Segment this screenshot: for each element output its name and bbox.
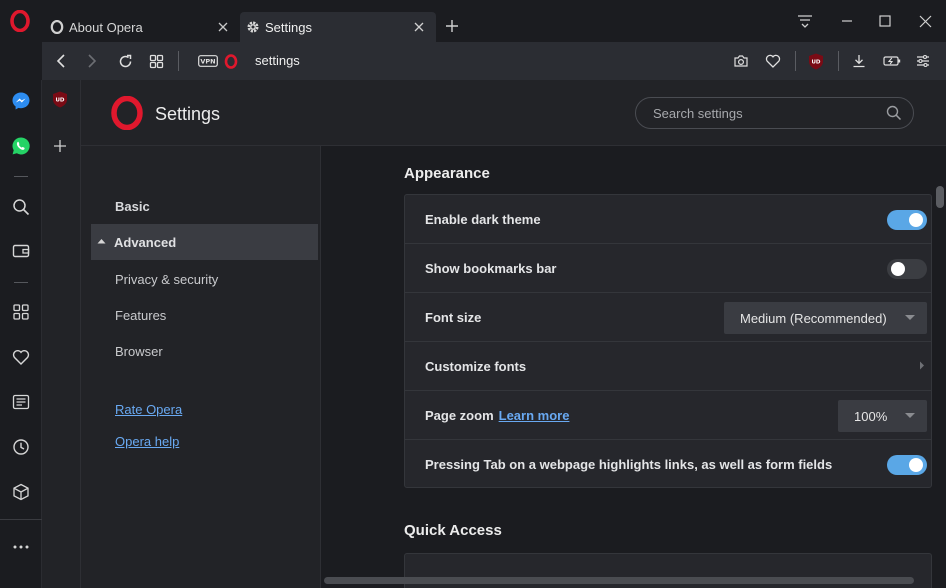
more-dots-icon[interactable] (7, 533, 35, 561)
news-icon[interactable] (7, 388, 35, 416)
download-icon[interactable] (847, 50, 871, 72)
rate-opera-link[interactable]: Rate Opera (115, 402, 182, 417)
gear-icon (246, 20, 260, 34)
ublock-icon[interactable]: UD (52, 91, 68, 108)
new-tab-button[interactable] (440, 14, 464, 38)
nav-item-browser[interactable]: Browser (115, 344, 163, 359)
opera-help-link[interactable]: Opera help (115, 434, 179, 449)
tab-settings[interactable]: Settings (240, 12, 436, 42)
setting-label: Show bookmarks bar (425, 261, 557, 276)
search-icon[interactable] (7, 193, 35, 221)
search-icon (885, 104, 903, 122)
history-icon[interactable] (7, 433, 35, 461)
nav-item-privacy[interactable]: Privacy & security (115, 272, 218, 287)
sidebar-divider (0, 519, 42, 520)
ublock-icon[interactable]: UD (804, 50, 828, 72)
close-tab-icon[interactable] (212, 16, 234, 38)
easy-setup-icon[interactable] (911, 50, 935, 72)
setting-label: Page zoom Learn more (425, 408, 569, 423)
setting-row-bookmarks-bar: Show bookmarks bar (405, 244, 931, 293)
ublock-label: UD (811, 59, 820, 65)
toggle-knob (891, 262, 905, 276)
tab-menu-icon[interactable] (790, 8, 820, 34)
font-size-select[interactable]: Medium (Recommended) (724, 302, 927, 334)
minimize-button[interactable] (832, 8, 862, 34)
opera-menu-icon[interactable] (10, 10, 30, 32)
camera-icon[interactable] (729, 50, 753, 72)
setting-row-dark-theme: Enable dark theme (405, 195, 931, 244)
bookmarks-heart-icon[interactable] (7, 343, 35, 371)
setting-row-page-zoom: Page zoom Learn more 100% (405, 391, 931, 440)
horizontal-scrollbar-thumb[interactable] (324, 577, 914, 584)
vertical-scrollbar[interactable] (934, 146, 946, 588)
back-button[interactable] (49, 50, 73, 72)
select-value: Medium (Recommended) (740, 310, 887, 326)
extensions-cube-icon[interactable] (7, 478, 35, 506)
nav-item-advanced-label: Advanced (114, 235, 177, 250)
opera-site-icon (219, 50, 243, 72)
vpn-badge[interactable]: VPN (195, 50, 221, 72)
wallet-icon[interactable] (7, 237, 35, 265)
opera-logo (110, 96, 144, 130)
setting-row-tab-highlight: Pressing Tab on a webpage highlights lin… (405, 440, 931, 489)
opera-icon (50, 20, 64, 34)
page-title: Settings (155, 104, 221, 124)
reload-button[interactable] (113, 50, 137, 72)
tab-about-opera[interactable]: About Opera (44, 12, 240, 42)
setting-label: Pressing Tab on a webpage highlights lin… (425, 457, 833, 472)
nav-item-features[interactable]: Features (115, 308, 166, 323)
forward-button[interactable] (80, 50, 104, 72)
dropdown-caret-icon (905, 413, 915, 418)
setting-label: Customize fonts (425, 359, 527, 374)
nav-item-basic[interactable]: Basic (115, 199, 150, 214)
section-title-quick-access: Quick Access (404, 522, 502, 539)
toolbar-divider (838, 51, 839, 71)
tab-label: Settings (265, 19, 312, 35)
setting-label: Enable dark theme (425, 212, 541, 227)
setting-label: Font size (425, 310, 482, 325)
toggle-knob (909, 213, 923, 227)
setting-row-customize-fonts[interactable]: Customize fonts (405, 342, 931, 391)
vpn-badge-text: VPN (200, 58, 215, 66)
dropdown-caret-icon (905, 315, 915, 320)
learn-more-link[interactable]: Learn more (499, 408, 570, 423)
url-field[interactable]: settings (255, 53, 300, 68)
dark-theme-toggle[interactable] (887, 210, 927, 230)
chevron-right-icon (919, 361, 925, 370)
close-tab-icon[interactable] (408, 16, 430, 38)
tab-highlight-toggle[interactable] (887, 455, 927, 475)
speed-dial-icon[interactable] (7, 298, 35, 326)
vertical-scrollbar-thumb[interactable] (936, 186, 944, 208)
extension-strip (42, 80, 81, 588)
ublock-label: UD (55, 98, 64, 104)
messenger-icon[interactable] (7, 87, 35, 115)
page-zoom-select[interactable]: 100% (838, 400, 927, 432)
select-value: 100% (854, 408, 888, 424)
setting-row-font-size: Font size Medium (Recommended) (405, 293, 931, 342)
tab-label: About Opera (69, 19, 143, 35)
section-title-appearance: Appearance (404, 165, 490, 182)
bookmarks-bar-toggle[interactable] (887, 259, 927, 279)
close-window-button[interactable] (910, 8, 940, 34)
toolbar-divider (178, 51, 179, 71)
sidebar-divider (14, 176, 28, 177)
toolbar-divider (795, 51, 796, 71)
toggle-knob (909, 458, 923, 472)
search-settings-input[interactable]: Search settings (635, 97, 914, 129)
whatsapp-icon[interactable] (7, 132, 35, 160)
search-placeholder: Search settings (653, 105, 743, 121)
tab-snapshot-grid-icon[interactable] (144, 50, 168, 72)
add-extension-icon[interactable] (53, 139, 67, 153)
battery-saver-icon[interactable] (880, 50, 904, 72)
sidebar-divider (14, 282, 28, 283)
heart-icon[interactable] (761, 50, 785, 72)
caret-up-icon (97, 238, 106, 244)
maximize-button[interactable] (870, 8, 900, 34)
page-zoom-label: Page zoom (425, 408, 494, 423)
